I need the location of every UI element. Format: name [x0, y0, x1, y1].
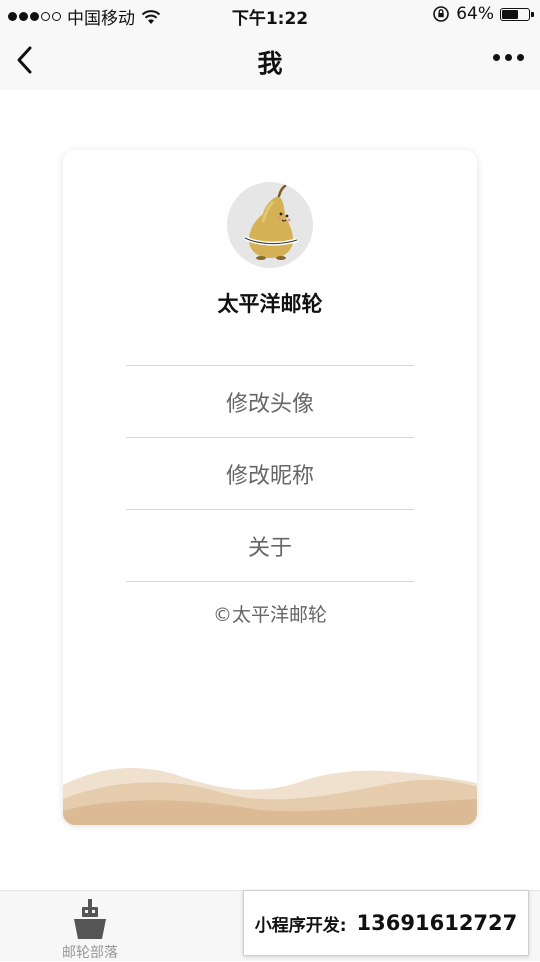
about-button[interactable]: 关于 [126, 509, 414, 582]
battery-percent: 64% [456, 4, 494, 24]
avatar[interactable] [227, 182, 313, 268]
profile-card: 太平洋邮轮 修改头像 修改昵称 关于 ©太平洋邮轮 [63, 150, 477, 825]
edit-avatar-button[interactable]: 修改头像 [126, 365, 414, 437]
ship-icon [74, 899, 106, 939]
wave-decoration [63, 767, 477, 825]
pear-avatar-icon [244, 184, 298, 260]
promo-phone: 13691612727 [356, 911, 518, 935]
copyright-text: ©太平洋邮轮 [212, 604, 327, 626]
profile-name: 太平洋邮轮 [217, 292, 323, 316]
tab-label: 邮轮部落 [62, 945, 118, 961]
nav-bar: 我 [0, 30, 540, 90]
page-title: 我 [257, 49, 283, 78]
battery-fill [502, 9, 518, 19]
battery-icon [500, 7, 534, 21]
status-bar: 中国移动 下午1:22 64% [0, 0, 540, 30]
edit-nickname-button[interactable]: 修改昵称 [126, 437, 414, 509]
battery-tip [531, 11, 534, 17]
rotation-lock-icon [433, 6, 450, 22]
status-right: 64% [432, 4, 534, 24]
more-dot [493, 54, 500, 61]
promo-banner: 小程序开发: 13691612727 [243, 890, 529, 956]
tab-cruise-tribe[interactable]: 邮轮部落 [0, 891, 180, 961]
more-dot [505, 54, 512, 61]
more-dots-icon[interactable] [493, 54, 524, 61]
settings-menu: 修改头像 修改昵称 关于 [126, 365, 414, 582]
more-dot [517, 54, 524, 61]
promo-label: 小程序开发: [254, 915, 347, 936]
